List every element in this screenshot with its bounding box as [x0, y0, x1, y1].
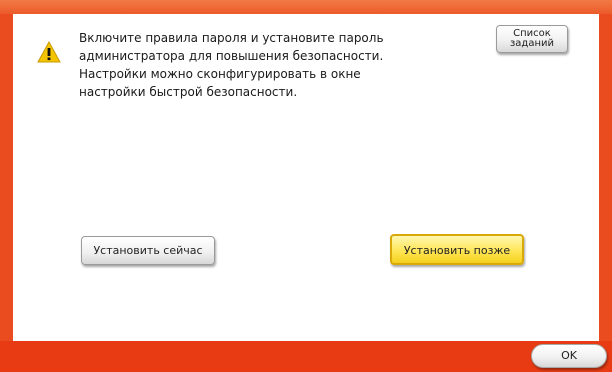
job-list-button[interactable]: Список заданий	[496, 25, 568, 53]
set-now-button[interactable]: Установить сейчас	[81, 236, 215, 265]
message-line: Включите правила пароля и установите пар…	[79, 31, 384, 45]
dialog-message: Включите правила пароля и установите пар…	[79, 29, 459, 101]
top-strip	[0, 0, 612, 14]
message-line: настройки быстрой безопасности.	[79, 85, 298, 99]
message-line: Настройки можно сконфигурировать в окне	[79, 67, 361, 81]
bottom-bar	[0, 341, 612, 372]
warning-icon	[37, 40, 61, 63]
set-later-button[interactable]: Установить позже	[390, 234, 524, 265]
security-dialog: Включите правила пароля и установите пар…	[13, 14, 599, 341]
screen-frame: Включите правила пароля и установите пар…	[0, 0, 612, 372]
message-line: администратора для повышения безопасност…	[79, 49, 384, 63]
job-list-label-line2: заданий	[509, 38, 555, 49]
ok-button[interactable]: OK	[531, 344, 607, 368]
